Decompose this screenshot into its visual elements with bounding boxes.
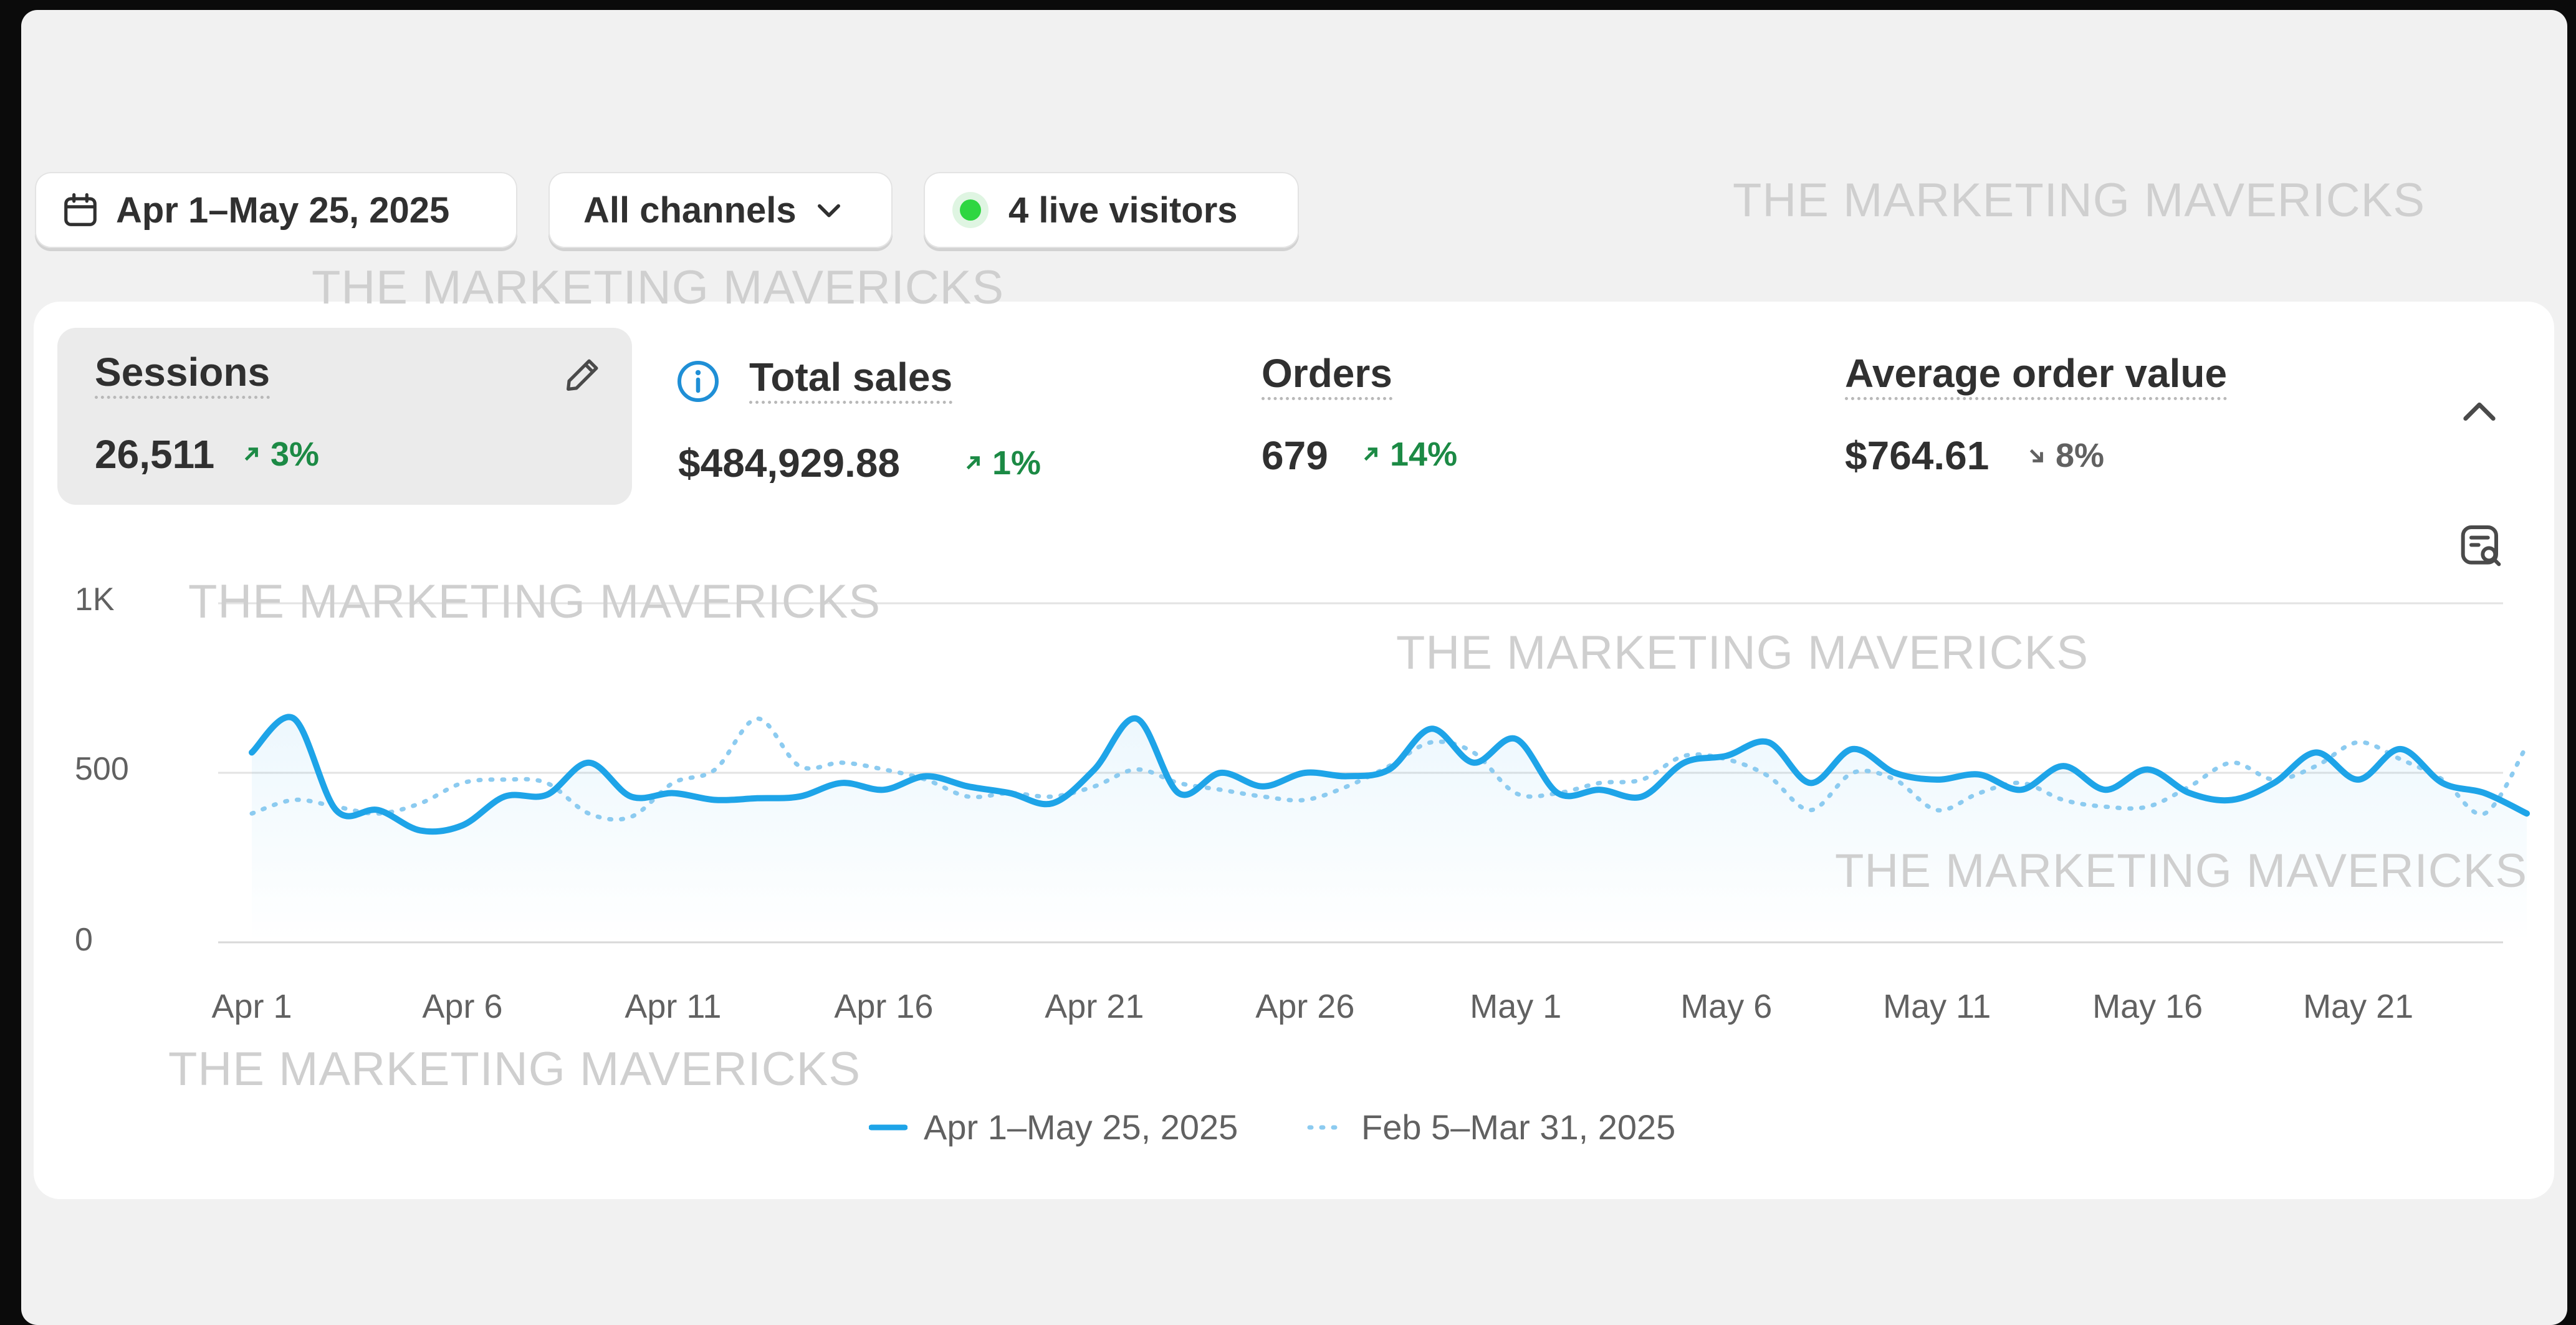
channel-label: All channels bbox=[583, 189, 797, 231]
x-tick-label: May 21 bbox=[2303, 988, 2414, 1025]
x-tick-label: May 6 bbox=[1680, 988, 1773, 1025]
x-tick-label: Apr 21 bbox=[1045, 988, 1144, 1025]
legend-dotted-line-icon bbox=[1307, 1125, 1345, 1129]
x-tick-label: Apr 1 bbox=[211, 988, 292, 1025]
live-visitors-label: 4 live visitors bbox=[1008, 189, 1238, 231]
x-tick-label: May 1 bbox=[1470, 988, 1562, 1025]
x-tick-label: Apr 16 bbox=[834, 988, 934, 1025]
sessions-line-chart[interactable] bbox=[34, 302, 2554, 1199]
x-tick-label: Apr 26 bbox=[1255, 988, 1355, 1025]
analytics-card: Sessions 26,511 3% Total sales $484,929.… bbox=[34, 302, 2554, 1199]
date-range-label: Apr 1–May 25, 2025 bbox=[116, 189, 450, 231]
date-range-button[interactable]: Apr 1–May 25, 2025 bbox=[35, 172, 517, 248]
x-tick-label: Apr 11 bbox=[625, 988, 722, 1025]
legend-previous-label: Feb 5–Mar 31, 2025 bbox=[1361, 1107, 1676, 1147]
series-current-area bbox=[252, 717, 2527, 942]
x-tick-label: May 16 bbox=[2092, 988, 2203, 1025]
legend-current[interactable]: Apr 1–May 25, 2025 bbox=[869, 1107, 1238, 1147]
channel-select[interactable]: All channels bbox=[548, 172, 893, 248]
x-tick-label: Apr 6 bbox=[422, 988, 503, 1025]
x-tick-label: May 11 bbox=[1883, 988, 1991, 1025]
live-dot-icon bbox=[960, 199, 981, 221]
legend-current-label: Apr 1–May 25, 2025 bbox=[924, 1107, 1238, 1147]
chevron-down-icon bbox=[817, 204, 840, 218]
live-visitors-button[interactable]: 4 live visitors bbox=[924, 172, 1299, 248]
legend-previous[interactable]: Feb 5–Mar 31, 2025 bbox=[1306, 1107, 1675, 1147]
legend-solid-line-icon bbox=[869, 1124, 907, 1130]
calendar-icon bbox=[64, 193, 97, 226]
